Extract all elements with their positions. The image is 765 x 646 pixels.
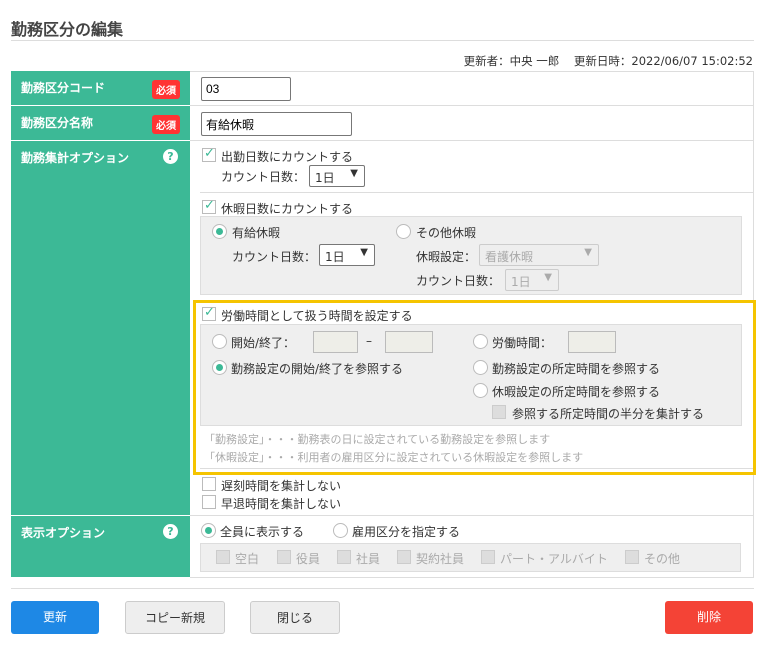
count-leave-label: 休暇日数にカウントする bbox=[221, 202, 354, 216]
required-badge: 必須 bbox=[152, 115, 180, 134]
type-label: パート・アルバイト bbox=[500, 552, 608, 566]
ref-work-scheduled-label: 勤務設定の所定時間を参照する bbox=[492, 362, 661, 376]
update-button[interactable]: 更新 bbox=[11, 601, 99, 634]
leave-setting-value: 看護休暇 bbox=[485, 250, 534, 264]
type-checkbox[interactable] bbox=[481, 550, 495, 564]
type-label: 空白 bbox=[235, 552, 260, 566]
chevron-down-icon: ▼ bbox=[360, 247, 368, 258]
start-end-radio[interactable] bbox=[212, 334, 227, 349]
code-label-text: 勤務区分コード bbox=[21, 81, 106, 95]
delete-button[interactable]: 削除 bbox=[665, 601, 753, 634]
paid-count-label: カウント日数： bbox=[232, 250, 317, 264]
help-icon[interactable]: ? bbox=[163, 524, 178, 539]
paid-count-value: 1日 bbox=[325, 250, 345, 264]
count-leave-checkbox[interactable] bbox=[202, 198, 216, 214]
no-early-label: 早退時間を集計しない bbox=[221, 497, 342, 511]
count-days-label: カウント日数： bbox=[221, 170, 306, 184]
name-input[interactable] bbox=[201, 112, 352, 136]
other-leave-label: その他休暇 bbox=[416, 226, 477, 240]
type-checkbox[interactable] bbox=[216, 550, 230, 564]
display-all-radio[interactable] bbox=[201, 523, 216, 538]
updated-label: 更新日時： bbox=[573, 54, 632, 68]
code-input[interactable] bbox=[201, 77, 291, 101]
other-leave-radio[interactable] bbox=[396, 224, 411, 239]
divider bbox=[200, 192, 753, 193]
required-badge: 必須 bbox=[152, 80, 180, 99]
paid-leave-radio[interactable] bbox=[212, 224, 227, 239]
count-days-select[interactable]: 1日 ▼ bbox=[309, 165, 365, 187]
half-label: 参照する所定時間の半分を集計する bbox=[512, 407, 705, 421]
work-hours-radio[interactable] bbox=[473, 334, 488, 349]
no-late-label: 遅刻時間を集計しない bbox=[221, 479, 342, 493]
ref-leave-scheduled-radio[interactable] bbox=[473, 383, 488, 398]
count-attendance-checkbox[interactable] bbox=[202, 146, 216, 162]
paid-leave-label: 有給休暇 bbox=[232, 226, 281, 240]
other-count-value: 1日 bbox=[511, 275, 531, 289]
ref-leave-scheduled-label: 休暇設定の所定時間を参照する bbox=[492, 385, 661, 399]
work-time-label: 労働時間として扱う時間を設定する bbox=[221, 309, 413, 323]
other-count-label: カウント日数： bbox=[416, 274, 501, 288]
display-label-text: 表示オプション bbox=[21, 526, 106, 540]
end-time-input[interactable] bbox=[385, 331, 433, 353]
help-icon[interactable]: ? bbox=[163, 149, 178, 164]
count-days-value: 1日 bbox=[315, 171, 335, 185]
chevron-down-icon: ▼ bbox=[544, 272, 552, 283]
no-late-checkbox[interactable] bbox=[202, 477, 216, 491]
divider bbox=[11, 588, 754, 589]
divider bbox=[200, 468, 753, 469]
type-checkbox[interactable] bbox=[337, 550, 351, 564]
count-attendance-label: 出勤日数にカウントする bbox=[221, 150, 354, 164]
ref-work-scheduled-radio[interactable] bbox=[473, 360, 488, 375]
type-label: 契約社員 bbox=[416, 552, 465, 566]
start-time-input[interactable] bbox=[313, 331, 358, 353]
name-label: 勤務区分名称 必須 bbox=[11, 106, 190, 141]
paid-count-select[interactable]: 1日 ▼ bbox=[319, 244, 375, 266]
leave-setting-select[interactable]: 看護休暇 ▼ bbox=[479, 244, 599, 266]
type-checkbox[interactable] bbox=[277, 550, 291, 564]
divider bbox=[11, 40, 754, 41]
work-time-checkbox[interactable] bbox=[202, 305, 216, 321]
updater-label: 更新者： bbox=[463, 54, 510, 68]
display-label: 表示オプション? bbox=[11, 516, 190, 578]
start-end-label: 開始/終了： bbox=[231, 336, 296, 350]
type-label: 役員 bbox=[296, 552, 321, 566]
updater: 中央 一郎 bbox=[509, 54, 560, 68]
aggregate-label: 勤務集計オプション? bbox=[11, 141, 190, 516]
no-early-checkbox[interactable] bbox=[202, 495, 216, 509]
leave-setting-label: 休暇設定： bbox=[416, 250, 477, 264]
update-info: 更新者：中央 一郎 更新日時：2022/06/07 15:02:52 bbox=[464, 53, 753, 69]
display-specify-radio[interactable] bbox=[333, 523, 348, 538]
half-checkbox[interactable] bbox=[492, 405, 506, 419]
note-work-setting: 「勤務設定」・・・勤務表の日に設定されている勤務設定を参照します bbox=[204, 433, 551, 446]
copy-new-button[interactable]: コピー新規 bbox=[125, 601, 225, 634]
name-label-text: 勤務区分名称 bbox=[21, 116, 94, 130]
dash: – bbox=[366, 334, 372, 348]
ref-work-start-end-label: 勤務設定の開始/終了を参照する bbox=[231, 362, 404, 376]
display-specify-label: 雇用区分を指定する bbox=[352, 525, 461, 539]
close-button[interactable]: 閉じる bbox=[250, 601, 340, 634]
type-label: その他 bbox=[644, 552, 681, 566]
type-label: 社員 bbox=[356, 552, 381, 566]
type-checkbox[interactable] bbox=[397, 550, 411, 564]
updated-at: 2022/06/07 15:02:52 bbox=[631, 54, 753, 68]
work-hours-label: 労働時間： bbox=[492, 336, 553, 350]
note-leave-setting: 「休暇設定」・・・利用者の雇用区分に設定されている休暇設定を参照します bbox=[204, 451, 584, 464]
type-checkbox[interactable] bbox=[625, 550, 639, 564]
chevron-down-icon: ▼ bbox=[584, 247, 592, 258]
page-title: 勤務区分の編集 bbox=[11, 20, 124, 39]
code-label: 勤務区分コード 必須 bbox=[11, 71, 190, 106]
other-count-select[interactable]: 1日 ▼ bbox=[505, 269, 559, 291]
ref-work-start-end-radio[interactable] bbox=[212, 360, 227, 375]
chevron-down-icon: ▼ bbox=[350, 168, 358, 179]
aggregate-label-text: 勤務集計オプション bbox=[21, 151, 130, 165]
work-hours-input[interactable] bbox=[568, 331, 616, 353]
display-all-label: 全員に表示する bbox=[220, 525, 305, 539]
